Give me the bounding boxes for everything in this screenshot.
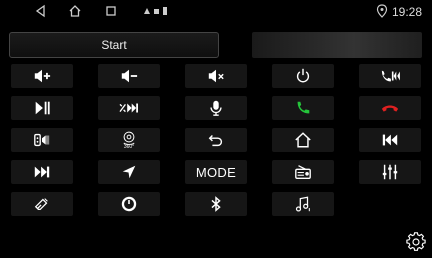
bluetooth-icon (211, 196, 221, 212)
music-icon (295, 196, 310, 212)
volume-down-button[interactable] (98, 64, 160, 88)
phone-hangup-icon (381, 105, 399, 112)
eraser-icon (34, 198, 48, 211)
voice-button[interactable] (185, 96, 247, 120)
location-icon (376, 4, 388, 18)
next-track-icon (34, 166, 50, 178)
radio-button[interactable] (272, 160, 334, 184)
clock: 19:28 (391, 5, 422, 19)
home-icon[interactable] (68, 4, 82, 18)
navigation-button[interactable] (98, 160, 160, 184)
previous-track-icon (382, 134, 398, 146)
rotary-button[interactable] (98, 192, 160, 216)
play-pause-button[interactable] (11, 96, 73, 120)
camera-360-label: 360° (123, 143, 135, 150)
skip-forward-icon (119, 103, 138, 113)
music-button[interactable] (272, 192, 334, 216)
play-pause-icon (35, 101, 50, 115)
hang-up-button[interactable] (359, 96, 421, 120)
learn-button[interactable] (11, 192, 73, 216)
bluetooth-button[interactable] (185, 192, 247, 216)
home-button[interactable] (272, 128, 334, 152)
settings-gear-icon[interactable] (406, 232, 426, 252)
mode-button[interactable]: MODE (185, 160, 247, 184)
phone-answer-icon (297, 101, 310, 114)
knob-icon (121, 196, 137, 212)
mute-icon (208, 69, 224, 83)
notification-icons (144, 7, 167, 15)
volume-up-button[interactable] (11, 64, 73, 88)
equalizer-icon (382, 164, 398, 180)
power-icon (296, 68, 310, 83)
car-mode-button[interactable] (11, 128, 73, 152)
camera-360-button[interactable]: 360° (98, 128, 160, 152)
navigation-arrow-icon (122, 165, 136, 179)
mode-label: MODE (195, 164, 237, 180)
radio-icon (295, 165, 311, 179)
volume-down-icon (121, 69, 138, 83)
home-outline-icon (295, 132, 311, 148)
equalizer-button[interactable] (359, 160, 421, 184)
previous-track-button[interactable] (359, 128, 421, 152)
power-button[interactable] (272, 64, 334, 88)
microphone-icon (210, 100, 222, 116)
forward-skip-button[interactable] (98, 96, 160, 120)
phone-previous-icon (381, 70, 400, 82)
back-button[interactable] (185, 128, 247, 152)
next-track-button[interactable] (11, 160, 73, 184)
start-button[interactable]: Start (9, 32, 219, 58)
return-icon (208, 134, 223, 147)
car-speaker-icon (34, 133, 50, 147)
answer-call-button[interactable] (272, 96, 334, 120)
mute-button[interactable] (185, 64, 247, 88)
volume-up-icon (34, 69, 51, 83)
status-bar: 19:28 (0, 0, 432, 24)
control-grid: 360° MODE (11, 64, 421, 216)
display-strip (252, 32, 422, 58)
recents-icon[interactable] (104, 4, 118, 18)
call-previous-button[interactable] (359, 64, 421, 88)
back-icon[interactable] (34, 4, 48, 18)
